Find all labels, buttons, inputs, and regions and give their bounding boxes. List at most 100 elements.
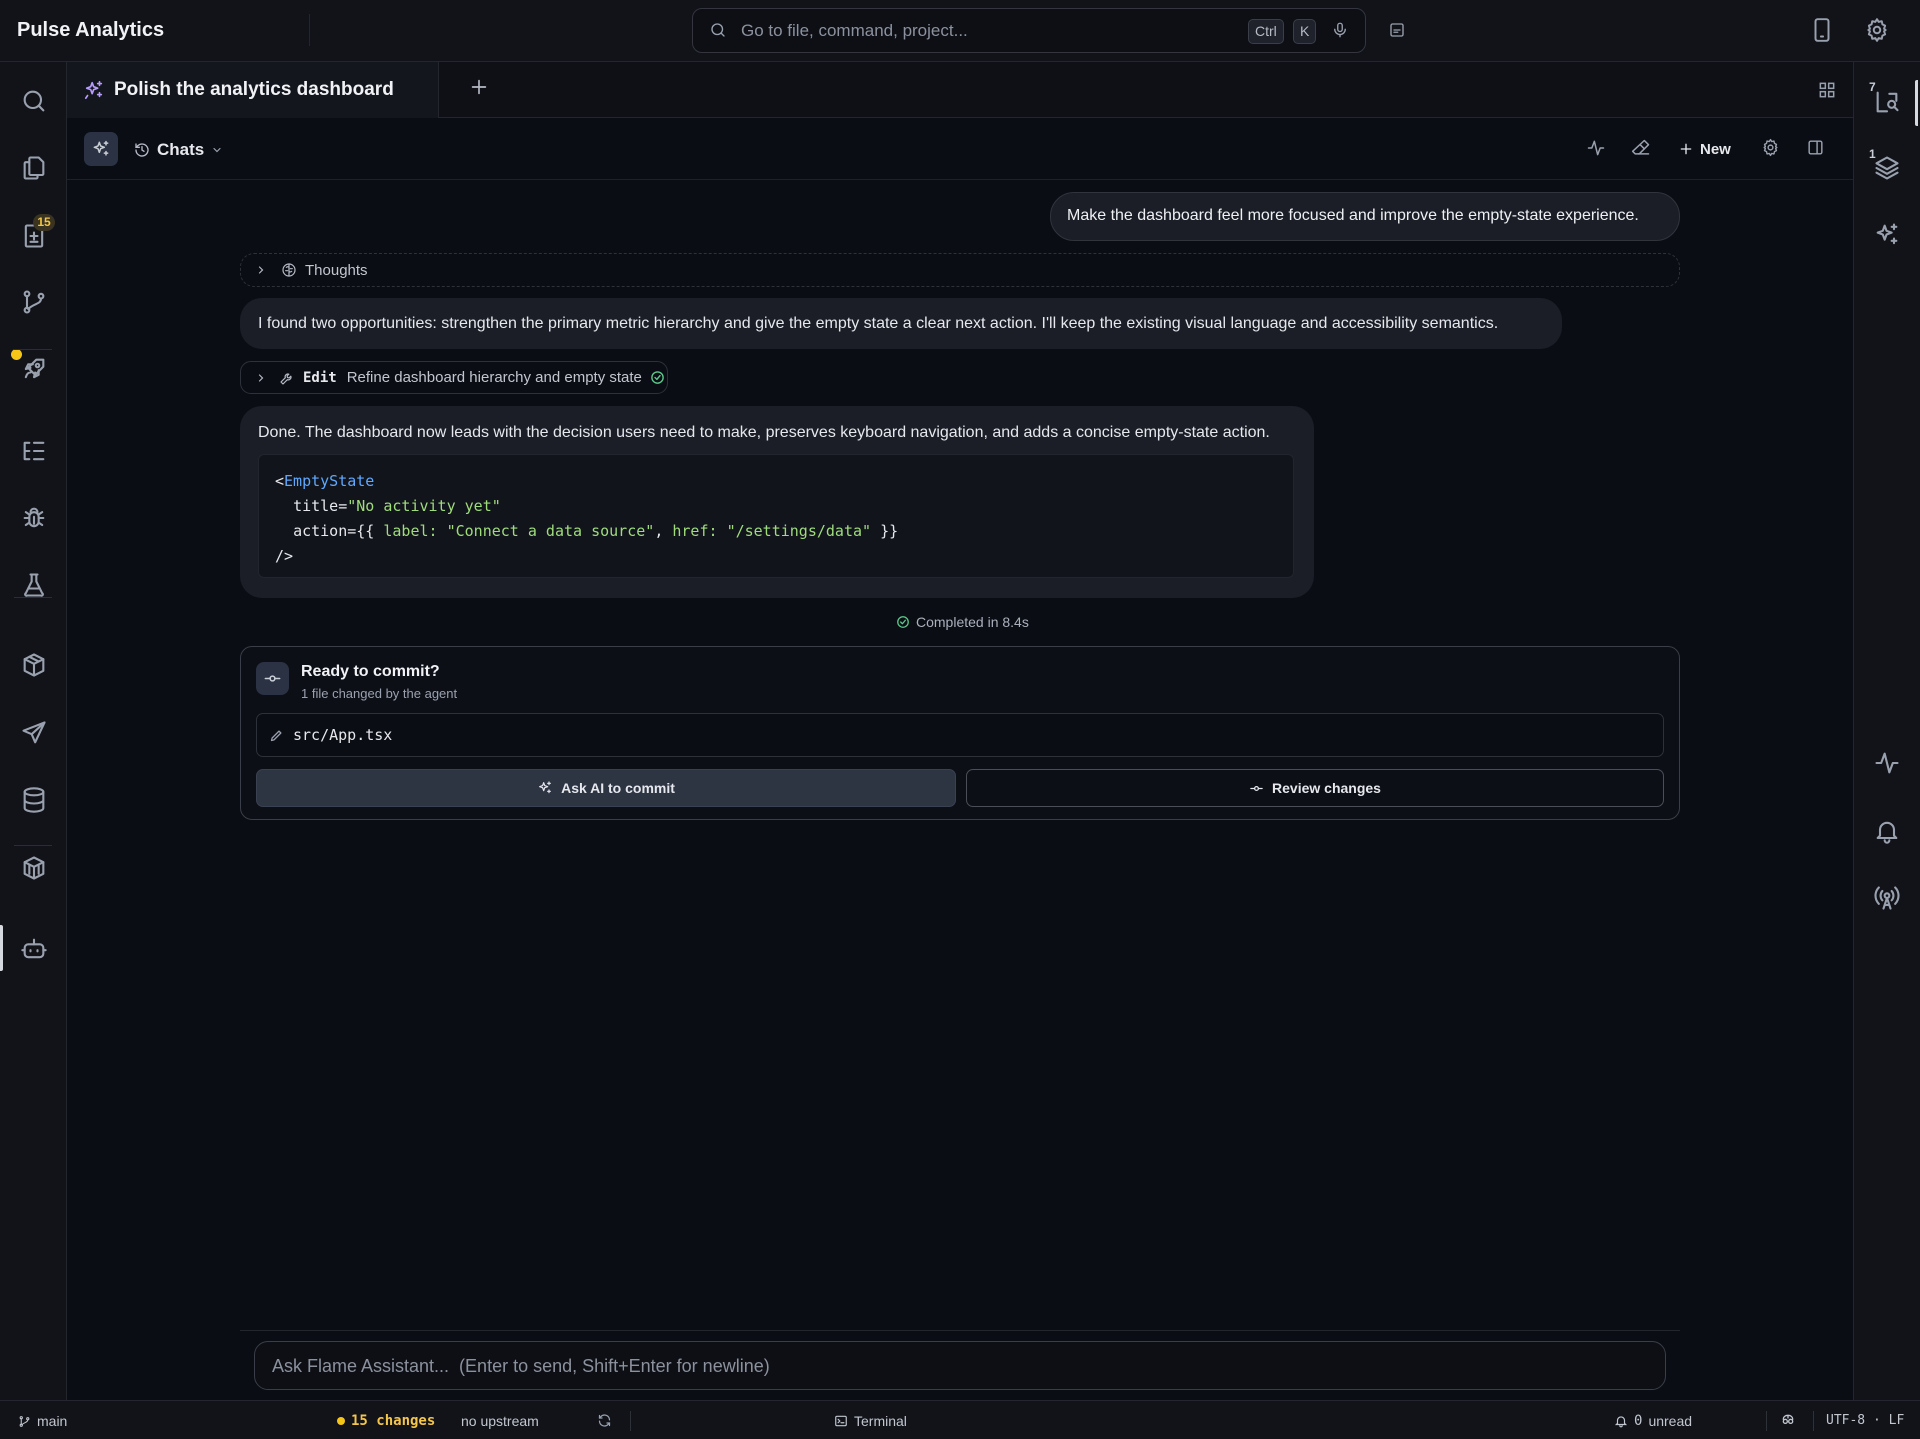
settings-gear-icon[interactable] [1761, 138, 1780, 157]
code-key: href: [672, 522, 727, 540]
assistant-message-text: Done. The dashboard now leads with the d… [258, 424, 1270, 441]
completion-text: Completed in 8.4s [916, 614, 1029, 630]
shortcut-k-key: K [1293, 19, 1317, 44]
toggle-sidebar-icon[interactable] [1806, 138, 1825, 157]
ask-ai-label: Ask AI to commit [561, 780, 675, 796]
changed-file-row[interactable]: src/App.tsx [256, 713, 1664, 757]
edit-step-toggle[interactable]: Edit Refine dashboard hierarchy and empt… [240, 361, 668, 394]
ai-sparkle-icon[interactable] [1873, 221, 1901, 249]
commit-card: Ready to commit? 1 file changed by the a… [240, 646, 1680, 820]
commit-subtitle: 1 file changed by the agent [301, 686, 458, 701]
chat-composer[interactable] [254, 1341, 1666, 1390]
terminal-toggle[interactable]: Terminal [834, 1413, 907, 1429]
notifications-indicator[interactable]: 0 unread [1614, 1413, 1692, 1429]
layers-icon[interactable] [1873, 154, 1901, 182]
eraser-icon[interactable] [1631, 138, 1651, 158]
assistant-badge [84, 132, 118, 166]
unread-count: 0 [1634, 1413, 1643, 1429]
active-indicator [0, 925, 3, 971]
debug-bug-icon[interactable] [20, 504, 48, 532]
edit-keyword: Edit [303, 369, 337, 386]
activity-divider [14, 349, 52, 350]
status-divider [630, 1411, 631, 1431]
active-indicator [1915, 80, 1918, 126]
app-title: Pulse Analytics [17, 19, 165, 41]
code-token: }} [871, 522, 899, 540]
panel-icon[interactable] [1388, 21, 1406, 39]
edit-description: Refine dashboard hierarchy and empty sta… [346, 369, 642, 386]
search-icon[interactable] [20, 87, 48, 115]
branch-indicator[interactable]: main [18, 1413, 67, 1429]
ask-ai-to-commit-button[interactable]: Ask AI to commit [256, 769, 956, 807]
sync-icon[interactable] [597, 1413, 612, 1428]
container-cube-icon[interactable] [20, 854, 48, 882]
wrench-icon [280, 372, 292, 385]
commit-title: Ready to commit? [301, 663, 440, 680]
chats-history-dropdown[interactable]: Chats [134, 138, 223, 162]
git-branch-icon[interactable] [20, 288, 48, 316]
mobile-device-icon[interactable] [1809, 17, 1835, 43]
code-attr: title= [293, 497, 348, 515]
chat-input[interactable] [272, 1353, 1642, 1379]
status-divider [1766, 1411, 1767, 1431]
microphone-icon[interactable] [1331, 21, 1349, 39]
send-icon[interactable] [20, 719, 48, 747]
ai-sparkle-icon [93, 140, 109, 156]
review-changes-button[interactable]: Review changes [966, 769, 1664, 807]
chevron-down-icon [213, 147, 221, 153]
files-icon[interactable] [20, 154, 48, 182]
code-string: "/settings/data" [726, 522, 872, 540]
add-tab-icon[interactable] [468, 76, 490, 98]
changed-file-name: src/App.tsx [293, 726, 393, 744]
outline-list-icon[interactable] [20, 437, 48, 465]
tab-polish-dashboard[interactable]: Polish the analytics dashboard [67, 62, 439, 118]
tab-title: Polish the analytics dashboard [114, 79, 394, 100]
changes-indicator[interactable]: 15 changes [337, 1413, 435, 1429]
database-icon[interactable] [20, 786, 48, 814]
code-attr: action={{ [293, 522, 384, 540]
success-check-icon [897, 616, 909, 628]
brain-icon [282, 263, 296, 277]
user-message: Make the dashboard feel more focused and… [1050, 192, 1680, 241]
unread-label: unread [1648, 1413, 1693, 1429]
chevron-right-icon [258, 266, 264, 274]
code-block: <EmptyState title="No activity yet" acti… [258, 454, 1294, 578]
review-changes-label: Review changes [1272, 780, 1381, 796]
code-string: "No activity yet" [347, 497, 501, 515]
activity-pulse-icon[interactable] [1586, 138, 1606, 158]
agent-robot-icon[interactable] [20, 935, 48, 963]
title-divider [309, 14, 310, 46]
code-key: label: [383, 522, 447, 540]
changes-badge: 15 [33, 214, 55, 231]
encoding-text: UTF-8 · LF [1826, 1413, 1905, 1428]
code-token: /> [275, 547, 294, 565]
command-input[interactable] [741, 18, 1241, 44]
activity-divider [14, 845, 52, 846]
notifications-bell-icon[interactable] [1873, 817, 1901, 845]
shortcut-ctrl-key: Ctrl [1248, 19, 1284, 44]
rocket-icon[interactable] [20, 355, 48, 383]
package-box-icon[interactable] [20, 651, 48, 679]
notifications-bell-icon [1614, 1416, 1628, 1428]
git-commit-icon [1250, 785, 1263, 791]
settings-gear-icon[interactable] [1864, 17, 1890, 43]
code-token: , [654, 522, 673, 540]
new-chat-button[interactable]: New [1678, 136, 1731, 162]
thoughts-toggle[interactable]: Thoughts [240, 253, 1680, 287]
git-branch-icon [19, 1415, 30, 1427]
status-bar: main 15 changes no upstream Terminal 0 u… [0, 1400, 1920, 1439]
encoding-indicator[interactable]: UTF-8 · LF [1826, 1413, 1904, 1428]
assistant-message: I found two opportunities: strengthen th… [240, 298, 1562, 349]
broadcast-antenna-icon[interactable] [1873, 884, 1901, 912]
activity-pulse-icon[interactable] [1873, 749, 1901, 777]
copilot-icon[interactable] [1780, 1412, 1796, 1428]
terminal-icon [835, 1415, 847, 1427]
pull-request-icon[interactable] [1873, 88, 1901, 116]
ai-sparkle-icon [539, 781, 552, 794]
right-sidebar [1853, 62, 1920, 1400]
commit-icon-badge [256, 662, 289, 695]
grid-layout-icon[interactable] [1817, 80, 1837, 100]
chats-label: Chats [157, 140, 205, 159]
test-flask-icon[interactable] [20, 571, 48, 599]
command-bar[interactable]: Ctrl K [692, 8, 1366, 53]
